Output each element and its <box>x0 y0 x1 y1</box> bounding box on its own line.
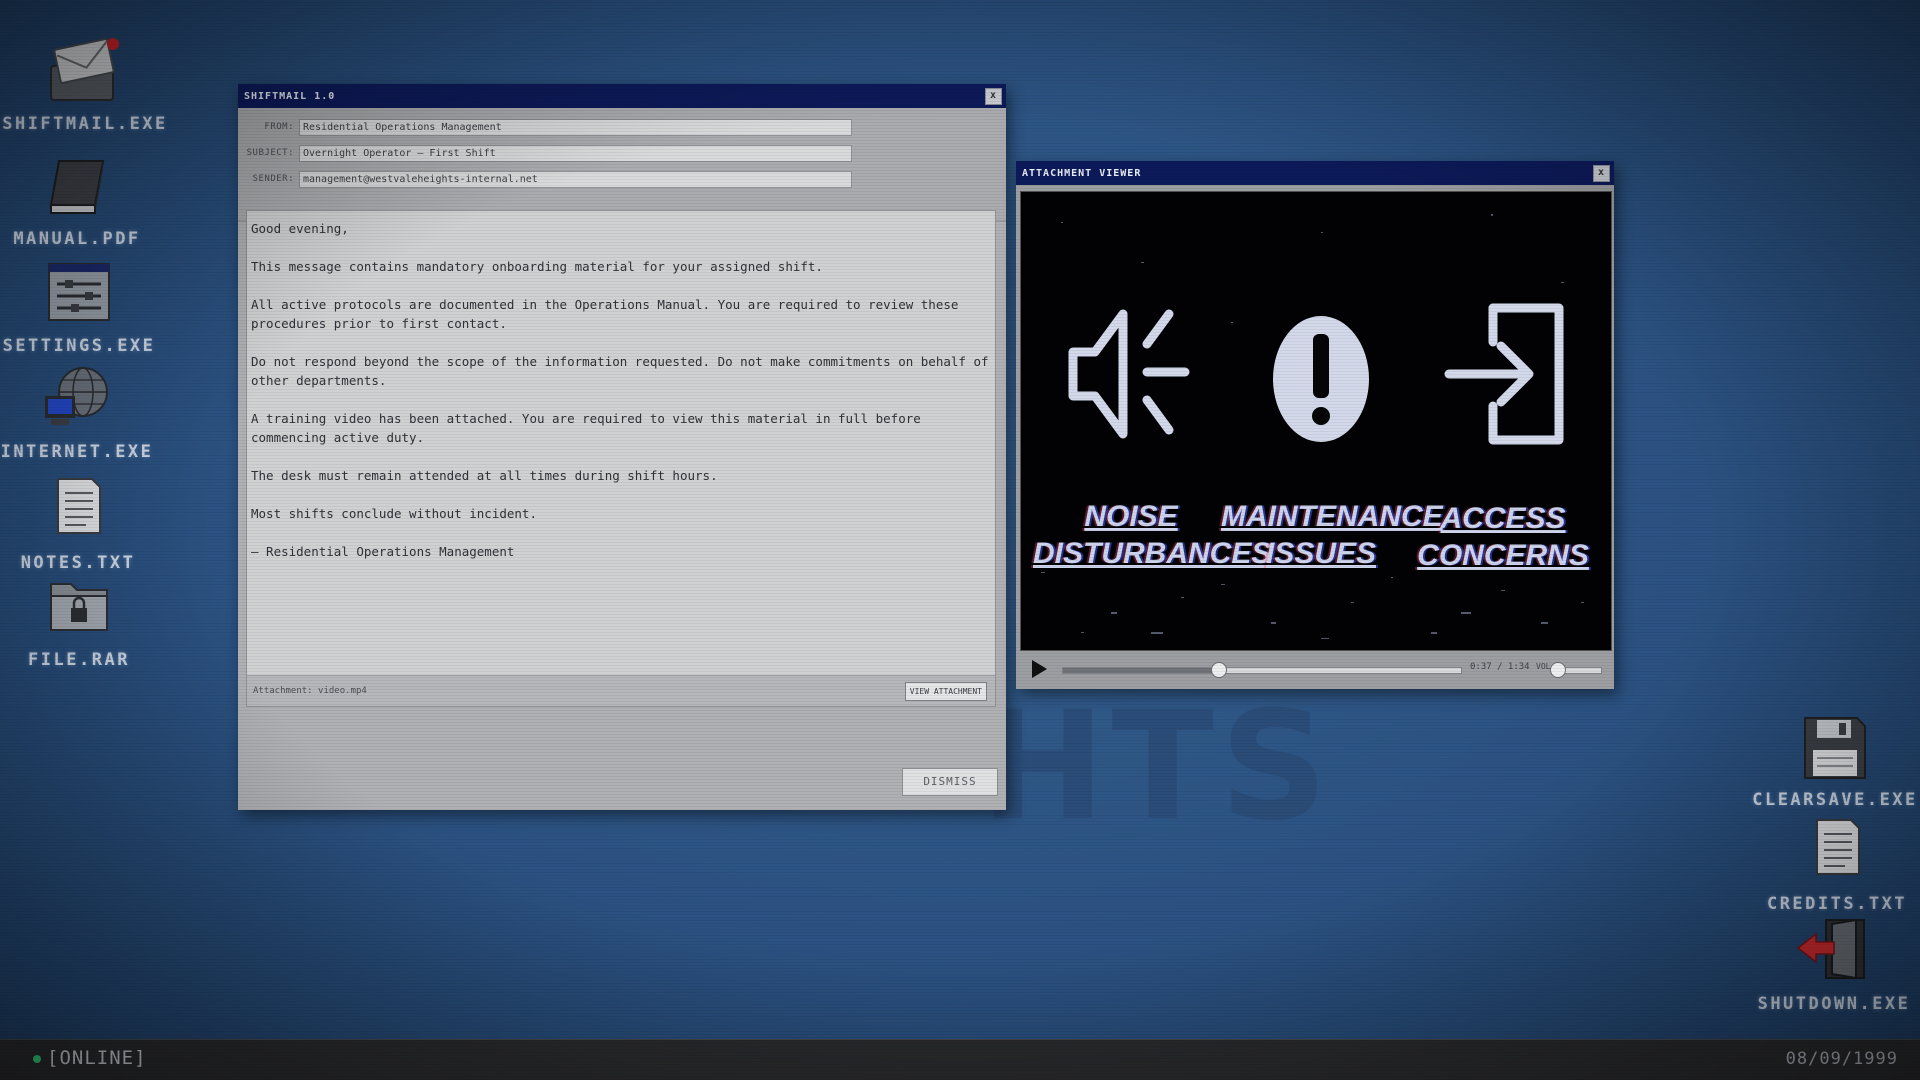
close-button[interactable]: x <box>1593 165 1610 182</box>
message-paragraph: Most shifts conclude without incident. <box>251 506 537 521</box>
desktop-icon-settings[interactable]: SETTINGS.EXE <box>0 260 164 356</box>
subject-row: SUBJECT: Overnight Operator — First Shif… <box>238 140 1006 166</box>
taskbar: [ONLINE] 08/09/1999 <box>0 1039 1920 1080</box>
desktop-icon-label: SETTINGS.EXE <box>2 336 156 356</box>
desktop-icon-clearsave[interactable]: CLEARSAVE.EXE <box>1750 714 1920 810</box>
video-label-access: ACCESS CONCERNS <box>1413 500 1593 574</box>
dismiss-button[interactable]: DISMISS <box>902 768 998 796</box>
message-paragraph: The desk must remain attended at all tim… <box>251 468 718 483</box>
floppy-icon <box>1795 714 1875 784</box>
message-paragraph: Good evening, <box>251 221 349 236</box>
volume-label: VOL <box>1536 662 1551 671</box>
connection-status: [ONLINE] <box>33 1047 147 1069</box>
video-label-noise: NOISE DISTURBANCES <box>1033 498 1272 572</box>
background-watermark: HTS <box>980 680 1334 854</box>
message-paragraph: All active protocols are documented in t… <box>251 297 959 331</box>
desktop-icon-shiftmail[interactable]: SHIFTMAIL.EXE <box>0 38 170 134</box>
desktop-icon-label: NOTES.TXT <box>20 553 136 573</box>
desktop-icon-manual[interactable]: MANUAL.PDF <box>0 153 162 249</box>
from-row: FROM: Residential Operations Management <box>238 114 1006 140</box>
exit-door-icon <box>1794 918 1874 988</box>
status-dot-icon <box>33 1054 41 1063</box>
video-frame[interactable]: NOISE DISTURBANCES MAINTENANCE ISSUES AC… <box>1020 191 1612 651</box>
window-title: SHIFTMAIL 1.0 <box>244 90 336 102</box>
message-signature: — Residential Operations Management <box>251 544 515 559</box>
message-paragraph: Do not respond beyond the scope of the i… <box>251 354 989 388</box>
video-label-line: NOISE <box>1084 500 1178 533</box>
seek-handle[interactable] <box>1211 662 1228 678</box>
desktop-icon-shutdown[interactable]: SHUTDOWN.EXE <box>1749 918 1919 1014</box>
status-text: [ONLINE] <box>47 1047 147 1069</box>
sender-row: SENDER: management@westvaleheights-inter… <box>238 166 1006 192</box>
video-label-line: DISTURBANCES <box>1033 537 1272 570</box>
desktop-icon-notes[interactable]: NOTES.TXT <box>0 477 163 573</box>
video-label-maintenance: MAINTENANCE ISSUES <box>1221 498 1443 572</box>
volume-handle[interactable] <box>1550 662 1566 678</box>
video-time: 0:37 / 1:34 <box>1470 662 1530 672</box>
desktop-icon-label: CREDITS.TXT <box>1766 894 1908 914</box>
settings-icon <box>39 260 119 330</box>
desktop-icon-internet[interactable]: INTERNET.EXE <box>0 366 162 462</box>
shiftmail-window: SHIFTMAIL 1.0 x FROM: Residential Operat… <box>238 84 1006 810</box>
book-icon <box>37 153 117 223</box>
message-body[interactable]: Good evening, This message contains mand… <box>246 210 996 707</box>
mail-header: FROM: Residential Operations Management … <box>238 108 1006 222</box>
desktop-icon-label: INTERNET.EXE <box>0 442 154 462</box>
window-titlebar[interactable]: SHIFTMAIL 1.0 x <box>238 84 1006 108</box>
play-icon[interactable] <box>1032 660 1047 678</box>
video-label-line: MAINTENANCE <box>1221 500 1443 533</box>
video-label-line: CONCERNS <box>1417 539 1589 572</box>
desktop-icon-credits[interactable]: CREDITS.TXT <box>1752 818 1920 914</box>
message-paragraph: This message contains mandatory onboardi… <box>251 259 823 274</box>
attachment-bar: Attachment: video.mp4 VIEW ATTACHMENT <box>247 675 995 706</box>
close-button[interactable]: x <box>985 88 1002 105</box>
globe-computer-icon <box>37 366 117 436</box>
system-date: 08/09/1999 <box>1785 1049 1898 1069</box>
desktop-icon-file-rar[interactable]: FILE.RAR <box>0 574 164 670</box>
subject-label: SUBJECT: <box>246 148 294 158</box>
alert-icon <box>1273 316 1369 442</box>
document-icon <box>38 477 118 547</box>
from-label: FROM: <box>264 122 294 132</box>
mail-icon <box>45 38 125 108</box>
desktop-icon-label: SHUTDOWN.EXE <box>1757 994 1911 1014</box>
locked-folder-icon <box>39 574 119 644</box>
message-paragraph: A training video has been attached. You … <box>251 411 921 445</box>
from-field: Residential Operations Management <box>299 118 852 136</box>
desktop-icon-label: FILE.RAR <box>28 650 130 670</box>
desktop-icon-label: MANUAL.PDF <box>13 229 141 249</box>
view-attachment-button[interactable]: VIEW ATTACHMENT <box>904 682 987 701</box>
document-icon <box>1797 818 1877 888</box>
seek-progress <box>1063 668 1219 673</box>
attachment-name: Attachment: video.mp4 <box>253 686 367 696</box>
video-controls: 0:37 / 1:34 VOL <box>1020 653 1610 683</box>
subject-field: Overnight Operator — First Shift <box>299 144 852 162</box>
sender-field: management@westvaleheights-internal.net <box>299 170 852 188</box>
desktop-icon-label: SHIFTMAIL.EXE <box>2 114 168 134</box>
video-label-line: ACCESS <box>1440 502 1566 535</box>
desktop-icon-label: CLEARSAVE.EXE <box>1752 790 1918 810</box>
window-title: ATTACHMENT VIEWER <box>1022 167 1142 179</box>
video-label-line: ISSUES <box>1265 537 1377 570</box>
sender-label: SENDER: <box>252 174 294 184</box>
window-titlebar[interactable]: ATTACHMENT VIEWER x <box>1016 161 1614 185</box>
volume-slider[interactable] <box>1550 662 1602 678</box>
enter-icon <box>1444 303 1564 445</box>
seek-bar[interactable] <box>1062 662 1462 678</box>
attachment-viewer-window: ATTACHMENT VIEWER x NOISE DISTURBANCES M… <box>1016 161 1614 689</box>
speaker-icon <box>1068 309 1190 439</box>
